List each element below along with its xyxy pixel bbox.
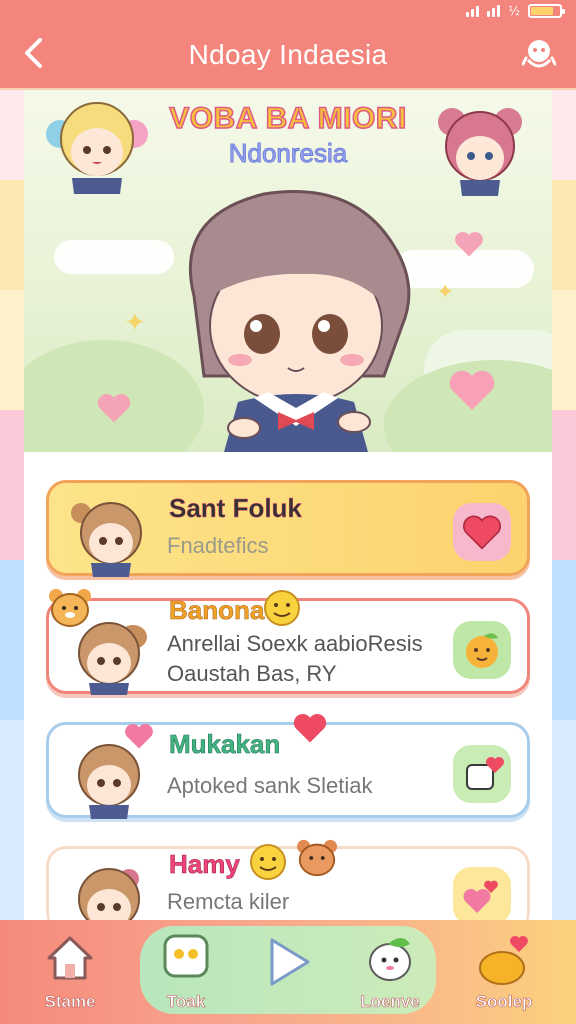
item-location: Oaustah Bas, RY — [167, 661, 337, 686]
heart-icon — [463, 515, 501, 550]
bear-sticker-icon — [49, 589, 91, 627]
item-description: Fnadtefics — [167, 533, 269, 558]
home-icon — [47, 936, 93, 980]
heart-decoration — [97, 394, 131, 423]
item-name: Sant Foluk — [169, 493, 302, 523]
heart-decoration — [125, 723, 153, 749]
bottom-navigation: Stame Toak Loenve Soolep — [0, 920, 576, 1024]
list-item[interactable]: Sant Foluk Fnadtefics — [46, 480, 530, 577]
wifi-icon — [487, 5, 501, 17]
heart-pot-icon — [479, 936, 528, 985]
friend-button[interactable] — [453, 621, 511, 679]
hearts-button[interactable] — [453, 867, 511, 925]
heart-decoration — [455, 231, 483, 257]
smiley-sticker-icon — [250, 844, 286, 880]
main-chibi-character — [188, 190, 411, 452]
item-description: Aptoked sank Sletiak — [167, 773, 373, 798]
play-icon — [270, 938, 310, 986]
character-avatar — [71, 502, 142, 577]
nav-label: Soolep — [475, 992, 533, 1012]
chat-icon — [163, 934, 209, 978]
page-title: Ndoay Indaesia — [188, 39, 388, 70]
item-description: Remcta kiler — [167, 889, 290, 914]
left-stripe — [0, 90, 24, 920]
nav-item-home[interactable]: Stame — [22, 932, 118, 1018]
app-header: Ndoay Indaesia — [0, 22, 576, 88]
battery-icon — [528, 4, 565, 18]
back-arrow-icon[interactable] — [20, 36, 48, 70]
sticker-button[interactable] — [453, 745, 511, 803]
bear-sticker-icon — [296, 839, 338, 877]
orange-face-icon — [466, 633, 498, 668]
sparkle-icon: ✦ — [436, 280, 455, 305]
nav-label: Stame — [44, 992, 96, 1012]
heart-decoration — [449, 370, 495, 410]
signal-icon — [466, 5, 480, 17]
nav-item-sleep[interactable]: Soolep — [456, 932, 552, 1018]
nav-item-chat[interactable]: Toak — [138, 932, 234, 1018]
profile-icon[interactable] — [522, 36, 556, 70]
friend-icon — [369, 938, 411, 981]
heart-decoration — [293, 714, 327, 743]
nav-label: Toak — [166, 992, 206, 1012]
item-name: Hamy — [169, 849, 240, 880]
nav-item-play[interactable] — [240, 932, 336, 1018]
item-name: Banona — [169, 595, 265, 626]
item-description: Anrellai Soexk aabioResis — [167, 631, 423, 656]
battery-label: ½ — [508, 4, 520, 18]
hero-banner[interactable]: VOBA BA MIORI Ndonresia ✦ ✦ — [24, 90, 552, 452]
list-item[interactable]: Mukakan Aptoked sank Sletiak — [46, 722, 530, 819]
like-button[interactable] — [453, 503, 511, 561]
item-name: Mukakan — [169, 729, 281, 760]
nav-label: Loenve — [360, 992, 420, 1012]
pink-character-sticker — [438, 108, 522, 196]
nav-item-friends[interactable]: Loenve — [342, 932, 438, 1018]
right-stripe — [552, 90, 576, 920]
sticker-heart-icon — [466, 757, 504, 790]
sparkle-icon: ✦ — [124, 308, 146, 338]
hearts-icon — [463, 880, 498, 913]
status-bar: ½ — [0, 0, 576, 22]
blonde-character-sticker — [46, 102, 148, 194]
smiley-sticker-icon — [264, 590, 300, 626]
